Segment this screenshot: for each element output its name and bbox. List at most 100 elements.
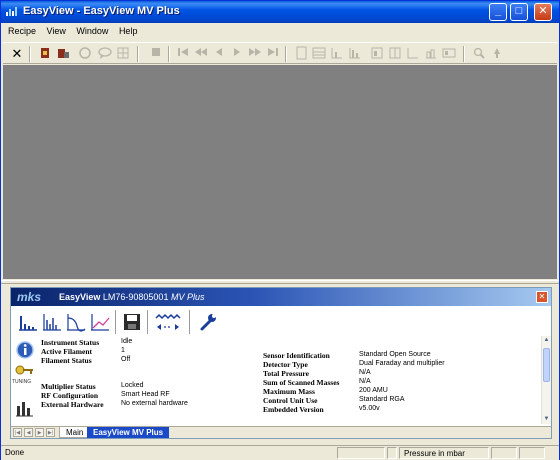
info-label: Sum of Scanned Masses: [263, 378, 340, 387]
info-value: Standard RGA: [359, 396, 405, 403]
status-bar: Done Pressure in mbar: [1, 445, 559, 460]
panel-sidebar: TUNING: [11, 336, 39, 424]
tab-prev-icon[interactable]: ◀: [24, 428, 33, 437]
scroll-thumb[interactable]: [543, 348, 550, 382]
chat-icon[interactable]: [97, 46, 113, 62]
disconnect-icon[interactable]: [55, 46, 71, 62]
bar-icon[interactable]: [347, 46, 363, 62]
wrench-icon[interactable]: [197, 312, 219, 332]
panel-tab-bar: |◀ ◀ ▶ ▶| Main EasyView MV Plus: [11, 426, 551, 438]
first-icon[interactable]: [175, 46, 191, 62]
info-label: Maximum Mass: [263, 387, 315, 396]
status-text: Done: [5, 448, 25, 457]
info-value: 1: [121, 347, 125, 354]
toolbar-separator: [463, 46, 465, 62]
doc2-icon[interactable]: [369, 46, 385, 62]
menu-window[interactable]: Window: [72, 23, 112, 36]
status-cell: [519, 447, 545, 459]
info-label: Multiplier Status: [41, 382, 96, 391]
app-icon: [6, 7, 17, 16]
panel-title-serial: LM76-90805001: [102, 292, 169, 302]
play-icon[interactable]: [229, 46, 245, 62]
info-label: RF Configuration: [41, 391, 99, 400]
bar-graph-icon[interactable]: [15, 398, 35, 420]
panel-title-bar[interactable]: mks EasyView LM76-90805001 MV Plus ✕: [11, 288, 551, 306]
info-value: Off: [121, 356, 131, 363]
menu-recipe[interactable]: Recipe: [4, 23, 40, 36]
panel-toolbar-separator: [189, 310, 190, 334]
info-value: N/A: [359, 369, 371, 376]
splitter[interactable]: [1, 280, 559, 284]
toolbar-separator: [137, 46, 139, 62]
info-label: External Hardware: [41, 400, 104, 409]
panel-title-prefix: EasyView: [59, 292, 101, 302]
mdi-workspace[interactable]: [3, 65, 557, 279]
peak-spectrum-icon[interactable]: [41, 312, 63, 332]
chart-icon[interactable]: [329, 46, 345, 62]
info-label: Instrument Status: [41, 338, 100, 347]
menu-view[interactable]: View: [43, 23, 70, 36]
window-title: EasyView - EasyView MV Plus: [23, 5, 180, 17]
stop-icon[interactable]: [148, 46, 164, 62]
panel-toolbar-separator: [115, 310, 116, 334]
device-panel: mks EasyView LM76-90805001 MV Plus ✕ TUN…: [10, 287, 552, 439]
info-value: Standard Open Source: [359, 351, 431, 358]
scroll-up-icon[interactable]: ▲: [542, 336, 551, 345]
close-x-icon[interactable]: ✕: [9, 46, 25, 62]
tab-first-icon[interactable]: |◀: [13, 428, 22, 437]
info-value: N/A: [359, 378, 371, 385]
histogram-icon[interactable]: [423, 46, 439, 62]
zoom-icon[interactable]: [471, 46, 487, 62]
table2-icon[interactable]: [387, 46, 403, 62]
panel-close-button[interactable]: ✕: [536, 291, 548, 303]
close-button[interactable]: ✕: [534, 3, 552, 21]
rewind-icon[interactable]: [193, 46, 209, 62]
info-icon[interactable]: [15, 340, 35, 362]
forward-icon[interactable]: [247, 46, 263, 62]
tab-main[interactable]: Main: [59, 427, 91, 438]
main-toolbar: ✕: [3, 42, 557, 64]
lamp-icon[interactable]: [489, 46, 505, 62]
scan-icon[interactable]: [77, 46, 93, 62]
menu-bar: Recipe View Window Help: [1, 23, 559, 41]
status-cell: [387, 447, 397, 459]
info-label: Control Unit Use: [263, 396, 318, 405]
bar-spectrum-icon[interactable]: [17, 312, 39, 332]
maximize-button[interactable]: □: [510, 3, 528, 21]
tab-last-icon[interactable]: ▶|: [46, 428, 55, 437]
doc-icon[interactable]: [293, 46, 309, 62]
title-bar[interactable]: EasyView - EasyView MV Plus _ □ ✕: [1, 1, 559, 23]
minimize-button[interactable]: _: [489, 3, 507, 21]
toolbar-separator: [285, 46, 287, 62]
scan-wave-icon[interactable]: [153, 312, 183, 332]
status-info-area: Instrument Status Idle Active Filament 1 Fil…: [41, 338, 541, 424]
info-label: Active Filament: [41, 347, 93, 356]
info-value: No external hardware: [121, 400, 188, 407]
info-value: v5.00v: [359, 405, 380, 412]
status-pressure-cell: Pressure in mbar: [399, 447, 489, 459]
info-value: Locked: [121, 382, 144, 389]
line-icon[interactable]: [405, 46, 421, 62]
line-chart-icon[interactable]: [89, 312, 111, 332]
tuning-key-icon[interactable]: [15, 364, 35, 380]
panel-icon[interactable]: [441, 46, 457, 62]
tab-next-icon[interactable]: ▶: [35, 428, 44, 437]
panel-title-model: MV Plus: [170, 292, 205, 302]
back-icon[interactable]: [211, 46, 227, 62]
connect-icon[interactable]: [37, 46, 53, 62]
table-icon[interactable]: [311, 46, 327, 62]
info-value: Idle: [121, 338, 133, 345]
panel-vertical-scrollbar[interactable]: ▲ ▼: [541, 336, 551, 424]
menu-help[interactable]: Help: [115, 23, 142, 36]
info-label: Embedded Version: [263, 405, 324, 414]
info-label: Total Pressure: [263, 369, 309, 378]
tab-easyview-mv-plus[interactable]: EasyView MV Plus: [87, 427, 170, 438]
info-value: 200 AMU: [359, 387, 388, 394]
grid-icon[interactable]: [115, 46, 131, 62]
scroll-down-icon[interactable]: ▼: [542, 415, 551, 424]
last-icon[interactable]: [265, 46, 281, 62]
status-cell: [491, 447, 517, 459]
pressure-unit-label: Pressure in mbar: [404, 449, 465, 458]
save-icon[interactable]: [121, 312, 143, 332]
trend-icon[interactable]: [65, 312, 87, 332]
